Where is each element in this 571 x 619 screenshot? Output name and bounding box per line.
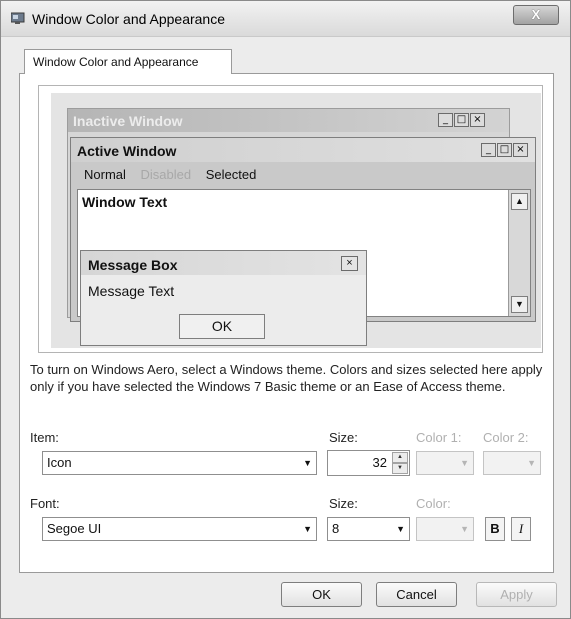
chevron-down-icon: ▼: [460, 458, 469, 468]
message-box-ok-button[interactable]: OK: [179, 314, 265, 339]
font-size-select[interactable]: 8 ▼: [327, 517, 410, 541]
inactive-window-title: Inactive Window: [73, 113, 183, 129]
tab-window-color-and-appearance[interactable]: Window Color and Appearance: [24, 49, 232, 74]
font-color-picker[interactable]: ▼: [416, 517, 474, 541]
italic-button[interactable]: I: [511, 517, 531, 541]
scroll-up-icon[interactable]: ▲: [511, 193, 528, 210]
close-button[interactable]: X: [513, 5, 559, 25]
spin-up-icon[interactable]: ▲: [392, 452, 408, 463]
minimize-icon: _: [481, 143, 496, 157]
chevron-down-icon: ▼: [396, 524, 405, 534]
item-label: Item:: [30, 430, 59, 445]
inactive-window-title-bar: Inactive Window _ □ ×: [68, 109, 509, 132]
active-window-title: Active Window: [77, 143, 177, 159]
font-select-value: Segoe UI: [47, 521, 102, 536]
color2-label: Color 2:: [483, 430, 529, 445]
menu-item-selected[interactable]: Selected: [206, 167, 257, 182]
color1-picker[interactable]: ▼: [416, 451, 474, 475]
apply-button[interactable]: Apply: [476, 582, 557, 607]
item-select-value: Icon: [47, 455, 72, 470]
menu-item-disabled[interactable]: Disabled: [141, 167, 192, 182]
message-box-title-bar: Message Box ×: [81, 251, 366, 275]
ok-button[interactable]: OK: [281, 582, 362, 607]
font-size-label: Size:: [329, 496, 358, 511]
item-select[interactable]: Icon ▼: [42, 451, 317, 475]
preview-menu-bar: Normal Disabled Selected: [84, 167, 267, 182]
message-box-preview[interactable]: Message Box × Message Text OK: [80, 250, 367, 346]
window-title: Window Color and Appearance: [32, 11, 226, 27]
message-box-text: Message Text: [88, 283, 175, 299]
chevron-down-icon: ▼: [303, 458, 312, 468]
minimize-icon: _: [438, 113, 453, 127]
font-label: Font:: [30, 496, 60, 511]
font-select[interactable]: Segoe UI ▼: [42, 517, 317, 541]
title-bar: Window Color and Appearance X: [1, 1, 570, 37]
chevron-down-icon: ▼: [460, 524, 469, 534]
close-icon: ×: [341, 256, 358, 271]
maximize-icon: □: [497, 143, 512, 157]
color1-label: Color 1:: [416, 430, 462, 445]
message-box-title: Message Box: [88, 257, 178, 273]
close-icon: ×: [513, 143, 528, 157]
maximize-icon: □: [454, 113, 469, 127]
display-settings-icon: [11, 12, 25, 24]
font-size-value: 8: [332, 521, 340, 536]
chevron-down-icon: ▼: [527, 458, 536, 468]
font-color-label: Color:: [416, 496, 451, 511]
active-caption-buttons: _ □ ×: [481, 143, 528, 157]
scroll-down-icon[interactable]: ▼: [511, 296, 528, 313]
inactive-caption-buttons: _ □ ×: [438, 113, 485, 127]
spin-down-icon[interactable]: ▼: [392, 463, 408, 474]
spinner-buttons: ▲ ▼: [392, 452, 408, 474]
bold-button[interactable]: B: [485, 517, 505, 541]
window-text-label: Window Text: [82, 194, 168, 210]
dialog-window: Window Color and Appearance X Window Col…: [0, 0, 571, 619]
chevron-down-icon: ▼: [303, 524, 312, 534]
item-size-label: Size:: [329, 430, 358, 445]
cancel-button[interactable]: Cancel: [376, 582, 457, 607]
active-window-title-bar: Active Window _ □ ×: [71, 138, 535, 162]
description-text: To turn on Windows Aero, select a Window…: [30, 362, 543, 394]
item-size-value: 32: [372, 455, 387, 470]
color2-picker[interactable]: ▼: [483, 451, 541, 475]
vertical-scrollbar[interactable]: ▲ ▼: [508, 190, 530, 316]
menu-item-normal[interactable]: Normal: [84, 167, 126, 182]
item-size-spinner[interactable]: 32 ▲ ▼: [327, 450, 410, 476]
close-icon: ×: [470, 113, 485, 127]
